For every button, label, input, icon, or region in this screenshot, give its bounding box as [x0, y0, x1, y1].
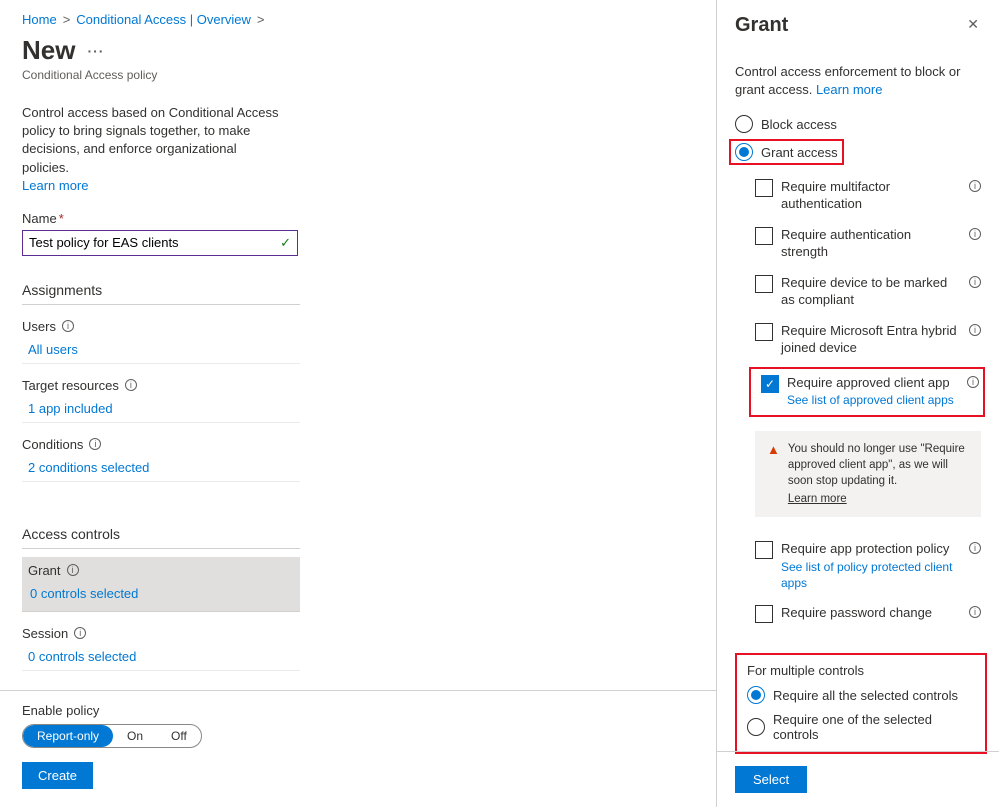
chevron-right-icon: >: [257, 12, 265, 27]
info-icon[interactable]: i: [969, 324, 981, 336]
info-icon[interactable]: i: [969, 276, 981, 288]
access-controls-heading: Access controls: [22, 526, 300, 549]
name-input-wrap[interactable]: ✓: [22, 230, 298, 256]
radio-require-all[interactable]: Require all the selected controls: [747, 686, 975, 704]
page-title: New: [22, 35, 75, 66]
close-icon[interactable]: ✕: [965, 14, 981, 35]
footer: Enable policy Report-only On Off Create: [0, 690, 716, 807]
toggle-report-only[interactable]: Report-only: [23, 725, 113, 747]
assignments-heading: Assignments: [22, 282, 300, 305]
multiple-controls-heading: For multiple controls: [747, 663, 975, 678]
warning-learn-more-link[interactable]: Learn more: [788, 491, 969, 507]
more-icon[interactable]: ···: [87, 43, 104, 59]
protected-apps-link[interactable]: See list of policy protected client apps: [781, 560, 961, 591]
radio-block-access[interactable]: Block access: [735, 115, 981, 133]
checkbox-require-password-change[interactable]: Require password change i: [735, 605, 981, 623]
enable-policy-toggle[interactable]: Report-only On Off: [22, 724, 202, 748]
info-icon[interactable]: i: [125, 379, 137, 391]
target-resources-row[interactable]: Target resources i 1 app included: [22, 378, 300, 423]
radio-grant-access[interactable]: Grant access: [735, 143, 838, 161]
conditions-value[interactable]: 2 conditions selected: [22, 460, 300, 475]
target-resources-value[interactable]: 1 app included: [22, 401, 300, 416]
flyout-learn-more-link[interactable]: Learn more: [816, 82, 882, 97]
checkbox-require-mfa[interactable]: Require multifactor authentication i: [735, 179, 981, 213]
grant-flyout: Grant ✕ Control access enforcement to bl…: [716, 0, 999, 807]
intro-learn-more-link[interactable]: Learn more: [22, 178, 88, 193]
breadcrumb: Home > Conditional Access | Overview >: [22, 12, 696, 27]
name-label: Name*: [22, 211, 696, 226]
info-icon[interactable]: i: [62, 320, 74, 332]
info-icon[interactable]: i: [74, 627, 86, 639]
approved-apps-link[interactable]: See list of approved client apps: [787, 393, 959, 409]
highlight-multiple-controls: For multiple controls Require all the se…: [735, 653, 987, 754]
highlight-grant-access: Grant access: [729, 139, 844, 165]
page-title-row: New ···: [22, 35, 696, 66]
info-icon[interactable]: i: [89, 438, 101, 450]
users-value[interactable]: All users: [22, 342, 300, 357]
info-icon[interactable]: i: [967, 376, 979, 388]
name-input[interactable]: [23, 231, 297, 255]
warning-icon: ▲: [767, 441, 780, 507]
highlight-approved-client: ✓ Require approved client app See list o…: [749, 367, 985, 417]
checkbox-require-hybrid[interactable]: Require Microsoft Entra hybrid joined de…: [735, 323, 981, 357]
toggle-on[interactable]: On: [113, 725, 157, 747]
info-icon[interactable]: i: [969, 606, 981, 618]
session-row[interactable]: Session i 0 controls selected: [22, 626, 300, 671]
flyout-title: Grant: [735, 14, 788, 37]
radio-require-one[interactable]: Require one of the selected controls: [747, 712, 975, 742]
session-value[interactable]: 0 controls selected: [22, 649, 300, 664]
intro-text: Control access based on Conditional Acce…: [22, 104, 282, 195]
info-icon[interactable]: i: [969, 180, 981, 192]
checkmark-icon[interactable]: ✓: [761, 375, 779, 393]
grant-value[interactable]: 0 controls selected: [28, 586, 294, 601]
checkbox-require-app-protection[interactable]: Require app protection policy See list o…: [735, 541, 981, 591]
info-icon[interactable]: i: [67, 564, 79, 576]
check-icon: ✓: [280, 235, 291, 251]
info-icon[interactable]: i: [969, 542, 981, 554]
checkbox-require-compliant[interactable]: Require device to be marked as compliant…: [735, 275, 981, 309]
breadcrumb-home[interactable]: Home: [22, 12, 57, 27]
chevron-right-icon: >: [63, 12, 71, 27]
flyout-footer: Select: [717, 751, 999, 807]
flyout-description: Control access enforcement to block or g…: [735, 63, 981, 99]
enable-policy-label: Enable policy: [22, 703, 694, 718]
create-button[interactable]: Create: [22, 762, 93, 789]
warning-box: ▲ You should no longer use "Require appr…: [755, 431, 981, 517]
info-icon[interactable]: i: [969, 228, 981, 240]
grant-row[interactable]: Grant i 0 controls selected: [22, 557, 300, 612]
checkbox-require-auth-strength[interactable]: Require authentication strength i: [735, 227, 981, 261]
conditions-row[interactable]: Conditions i 2 conditions selected: [22, 437, 300, 482]
page-subtitle: Conditional Access policy: [22, 68, 696, 82]
toggle-off[interactable]: Off: [157, 725, 201, 747]
select-button[interactable]: Select: [735, 766, 807, 793]
checkbox-require-approved-client[interactable]: ✓ Require approved client app See list o…: [755, 375, 979, 409]
breadcrumb-conditional-access[interactable]: Conditional Access | Overview: [76, 12, 251, 27]
users-row[interactable]: Users i All users: [22, 319, 300, 364]
